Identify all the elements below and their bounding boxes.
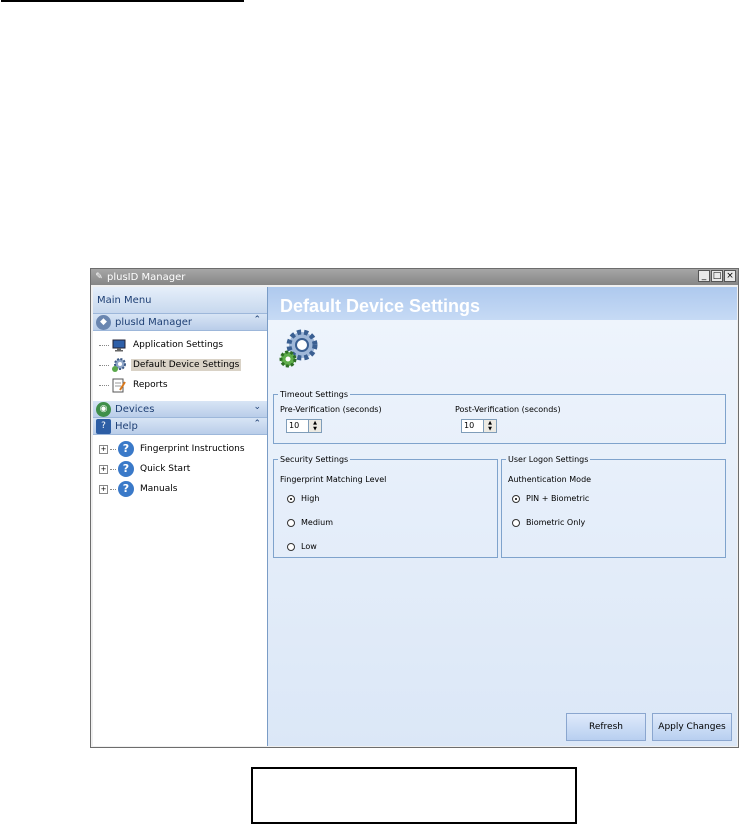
close-button[interactable]: × bbox=[724, 270, 736, 282]
group-label: plusId Manager bbox=[115, 316, 192, 328]
group-header-plusid-manager[interactable]: ◆ plusId Manager ⌃ bbox=[93, 314, 267, 331]
sidebar-item-label: Quick Start bbox=[140, 464, 191, 474]
sidebar-item-quick-start[interactable]: + ? Quick Start bbox=[93, 459, 267, 479]
radio-button[interactable] bbox=[287, 494, 295, 503]
tree-line bbox=[99, 384, 109, 386]
stepper-buttons[interactable]: ▲ ▼ bbox=[483, 420, 496, 432]
window-title: plusID Manager bbox=[107, 271, 186, 283]
sidebar-item-label: Fingerprint Instructions bbox=[140, 444, 245, 454]
chevron-up-icon[interactable]: ⌃ bbox=[253, 419, 261, 429]
app-icon: ✎ bbox=[95, 272, 103, 282]
top-rule bbox=[1, 0, 244, 2]
post-verification-value[interactable]: 10 bbox=[462, 420, 483, 432]
pre-verification-label: Pre-Verification (seconds) bbox=[280, 405, 382, 414]
caption-box bbox=[251, 767, 577, 824]
tree-line bbox=[99, 344, 109, 346]
sidebar-item-application-settings[interactable]: Application Settings bbox=[93, 335, 267, 355]
help-icon: ? bbox=[118, 481, 134, 497]
refresh-button[interactable]: Refresh bbox=[566, 713, 646, 741]
timeout-settings-legend: Timeout Settings bbox=[280, 390, 349, 399]
timeout-settings-group: Timeout Settings bbox=[273, 390, 726, 444]
sidebar-item-default-device-settings[interactable]: Default Device Settings bbox=[93, 355, 267, 375]
radio-biometric-only[interactable]: Biometric Only bbox=[512, 518, 585, 527]
window-controls: _ □ × bbox=[698, 270, 736, 282]
tree-line bbox=[110, 488, 116, 490]
expand-plus-icon[interactable]: + bbox=[99, 444, 108, 454]
post-verification-label: Post-Verification (seconds) bbox=[455, 405, 561, 414]
tree-line bbox=[110, 448, 116, 450]
chevron-up-icon[interactable]: ⌃ bbox=[253, 315, 261, 325]
help-book-icon: ? bbox=[96, 418, 111, 434]
help-icon: ? bbox=[118, 441, 134, 457]
group-header-devices[interactable]: ◉ Devices ⌄ bbox=[93, 401, 267, 418]
page-title: Default Device Settings bbox=[280, 296, 481, 316]
main-menu-header: Main Menu bbox=[93, 287, 267, 314]
tree-line bbox=[110, 468, 116, 470]
pre-verification-stepper[interactable]: 10 ▲ ▼ bbox=[286, 419, 322, 433]
sidebar-item-manuals[interactable]: + ? Manuals bbox=[93, 479, 267, 499]
user-logon-settings-group: User Logon Settings bbox=[501, 455, 726, 558]
fingerprint-matching-label: Fingerprint Matching Level bbox=[280, 475, 387, 484]
radio-medium[interactable]: Medium bbox=[287, 518, 333, 527]
post-verification-stepper[interactable]: 10 ▲ ▼ bbox=[461, 419, 497, 433]
group-label: Devices bbox=[115, 403, 155, 415]
expand-plus-icon[interactable]: + bbox=[99, 464, 108, 474]
radio-label: Biometric Only bbox=[526, 518, 586, 527]
title-bar[interactable]: ✎ plusID Manager _ □ × bbox=[91, 269, 738, 285]
sidebar-item-label: Application Settings bbox=[133, 340, 224, 350]
group-header-help[interactable]: ? Help ⌃ bbox=[93, 418, 267, 435]
app-window: ✎ plusID Manager _ □ × Main Menu ◆ plusI… bbox=[90, 268, 739, 748]
expand-plus-icon[interactable]: + bbox=[99, 484, 108, 494]
authentication-mode-label: Authentication Mode bbox=[508, 475, 592, 484]
group-label: Help bbox=[115, 420, 138, 432]
radio-button[interactable] bbox=[287, 542, 295, 551]
settings-gear-icon bbox=[278, 327, 320, 369]
plusid-shield-icon: ◆ bbox=[96, 314, 111, 330]
sidebar-item-label: Default Device Settings bbox=[131, 359, 242, 371]
radio-high[interactable]: High bbox=[287, 494, 319, 503]
maximize-button[interactable]: □ bbox=[711, 270, 723, 282]
radio-button[interactable] bbox=[512, 494, 520, 503]
content-panel: Default Device Settings Timeout Settings… bbox=[268, 287, 737, 746]
devices-globe-icon: ◉ bbox=[96, 401, 111, 417]
radio-label: High bbox=[301, 494, 320, 503]
help-icon: ? bbox=[118, 461, 134, 477]
radio-button[interactable] bbox=[287, 518, 295, 527]
stepper-buttons[interactable]: ▲ ▼ bbox=[308, 420, 321, 432]
chevron-down-icon[interactable]: ⌄ bbox=[253, 402, 261, 412]
help-tree: + ? Fingerprint Instructions + ? Quick S… bbox=[93, 435, 267, 505]
plusid-manager-tree: Application Settings Default Device Sett… bbox=[93, 331, 267, 401]
sidebar-item-label: Manuals bbox=[140, 484, 178, 494]
radio-button[interactable] bbox=[512, 518, 520, 527]
tree-line bbox=[99, 364, 109, 366]
sidebar: Main Menu ◆ plusId Manager ⌃ Application… bbox=[93, 287, 268, 746]
radio-label: PIN + Biometric bbox=[526, 494, 590, 503]
report-icon bbox=[111, 377, 127, 393]
monitor-icon bbox=[111, 337, 127, 353]
sidebar-item-reports[interactable]: Reports bbox=[93, 375, 267, 395]
apply-changes-button[interactable]: Apply Changes bbox=[652, 713, 732, 741]
gear-icon bbox=[111, 357, 127, 373]
security-settings-legend: Security Settings bbox=[280, 455, 349, 464]
minimize-button[interactable]: _ bbox=[698, 270, 710, 282]
radio-pin-biometric[interactable]: PIN + Biometric bbox=[512, 494, 589, 503]
radio-label: Low bbox=[301, 542, 317, 551]
sidebar-item-fingerprint-instructions[interactable]: + ? Fingerprint Instructions bbox=[93, 439, 267, 459]
radio-low[interactable]: Low bbox=[287, 542, 317, 551]
stepper-down-icon[interactable]: ▼ bbox=[484, 426, 496, 432]
radio-label: Medium bbox=[301, 518, 333, 527]
pre-verification-value[interactable]: 10 bbox=[287, 420, 308, 432]
stepper-down-icon[interactable]: ▼ bbox=[309, 426, 321, 432]
sidebar-item-label: Reports bbox=[133, 380, 168, 390]
user-logon-settings-legend: User Logon Settings bbox=[508, 455, 589, 464]
